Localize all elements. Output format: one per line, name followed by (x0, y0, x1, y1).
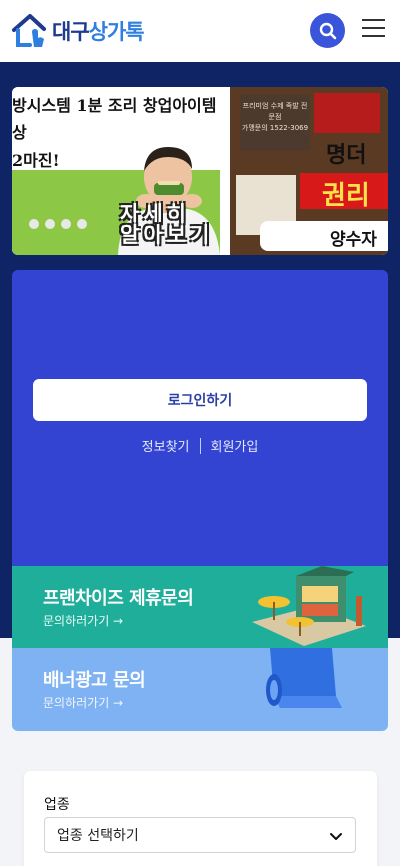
signup-link[interactable]: 회원가입 (211, 436, 259, 455)
page: 대구상가톡 방시스템 1분 조리 창업아이템 상 2마진! 자세히 알아보기 프… (0, 0, 400, 866)
banner-slide-jokbal[interactable]: 프리미엄 수제 족발 전문점 가맹문의 1522-3069 명더 권리 양수자 (230, 87, 388, 255)
banner-carousel[interactable]: 방시스템 1분 조리 창업아이템 상 2마진! 자세히 알아보기 프리미엄 수제 (12, 87, 388, 255)
banner-slide-franchise[interactable]: 방시스템 1분 조리 창업아이템 상 2마진! 자세히 알아보기 (12, 87, 228, 255)
banner-badge-text: 권리 (322, 181, 370, 211)
category-select-value: 업종 선택하기 (57, 828, 139, 844)
store-sign-text: 프리미엄 수제 족발 전문점 (242, 102, 308, 121)
cafe-kiosk-icon (252, 566, 366, 646)
logo-house-icon (12, 14, 46, 47)
franchise-inquiry-link[interactable]: 문의하러가기 → (43, 612, 123, 629)
category-filter-card: 업종 업종 선택하기 (24, 771, 377, 866)
banner-ad-inquiry-card[interactable]: 배너광고 문의 문의하러가기 → (12, 648, 388, 731)
carousel-pagination (29, 219, 87, 229)
carousel-dot[interactable] (61, 219, 71, 229)
category-select[interactable]: 업종 선택하기 (44, 817, 356, 853)
scroll-banner-icon (266, 648, 342, 708)
link-divider (199, 437, 201, 454)
carousel-dot[interactable] (45, 219, 55, 229)
franchise-inquiry-title: 프랜차이즈 제휴문의 (43, 588, 194, 609)
banner-footer-text: 양수자 (330, 230, 377, 250)
franchise-inquiry-card[interactable]: 프랜차이즈 제휴문의 문의하러가기 → (12, 566, 388, 648)
site-logo[interactable]: 대구상가톡 (10, 12, 145, 50)
find-info-link[interactable]: 정보찾기 (142, 436, 190, 455)
banner-text-line: 2마진! (12, 151, 60, 170)
carousel-dot[interactable] (29, 219, 39, 229)
banner-ad-inquiry-title: 배너광고 문의 (43, 670, 146, 691)
banner-cta-line2: 알아보기 (120, 223, 214, 247)
banner-cta-line1: 자세히 (120, 202, 190, 226)
chevron-down-icon (330, 833, 342, 840)
login-card: 로그인하기 정보찾기 회원가입 (12, 270, 388, 566)
hamburger-menu-icon (362, 19, 385, 21)
banner-text-line: 방시스템 1분 조리 창업아이템 (12, 96, 217, 115)
top-header: 대구상가톡 (0, 0, 400, 62)
banner-text-line: 상 (12, 123, 27, 142)
carousel-dot[interactable] (77, 219, 87, 229)
banner-headline: 명더 (326, 143, 367, 168)
banner-cta-text[interactable]: 자세히 알아보기 (120, 204, 213, 246)
account-links: 정보찾기 회원가입 (12, 436, 388, 455)
hamburger-menu-icon-bar (362, 35, 385, 37)
store-sign: 프리미엄 수제 족발 전문점 가맹문의 1522-3069 (240, 95, 310, 151)
search-button[interactable] (310, 13, 345, 48)
logo-text-part1: 대구 (52, 20, 90, 44)
hamburger-menu-button[interactable] (362, 19, 385, 39)
logo-text: 대구상가톡 (52, 16, 145, 46)
banner-ad-inquiry-link[interactable]: 문의하러가기 → (43, 694, 123, 711)
pig-logo-icon (314, 93, 380, 133)
category-label: 업종 (44, 797, 70, 813)
search-icon (319, 22, 336, 39)
logo-text-part2: 상가톡 (88, 20, 145, 44)
store-sign-phone: 가맹문의 1522-3069 (241, 124, 309, 132)
hamburger-menu-icon-bar (362, 27, 385, 29)
login-button[interactable]: 로그인하기 (33, 379, 367, 421)
